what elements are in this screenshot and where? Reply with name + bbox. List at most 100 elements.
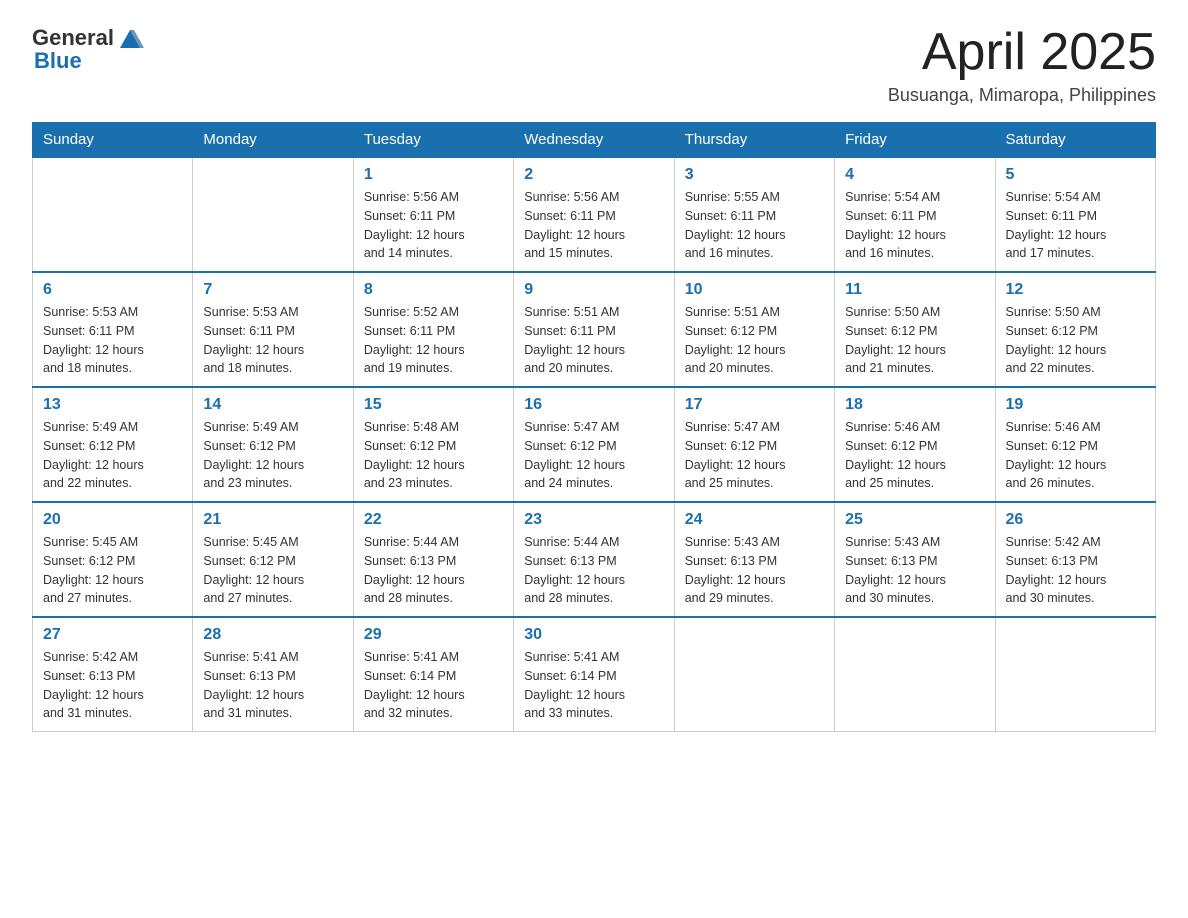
- day-of-week-header: Tuesday: [353, 123, 513, 158]
- calendar-cell: 19Sunrise: 5:46 AMSunset: 6:12 PMDayligh…: [995, 387, 1155, 502]
- calendar-cell: 15 Sunrise: 5:48 AMSunset: 6:12 PMDayligh…: [353, 387, 513, 502]
- day-of-week-header: Thursday: [674, 123, 834, 158]
- day-number: 28: [203, 626, 342, 644]
- day-number: 16: [524, 396, 663, 414]
- calendar-cell: 30 Sunrise: 5:41 AMSunset: 6:14 PMDayligh…: [514, 617, 674, 732]
- day-of-week-header: Wednesday: [514, 123, 674, 158]
- calendar-cell: 14Sunrise: 5:49 AMSunset: 6:12 PMDayligh…: [193, 387, 353, 502]
- day-number: 9: [524, 281, 663, 299]
- logo-text-blue: Blue: [34, 48, 82, 74]
- day-info: Sunrise: 5:51 AMSunset: 6:12 PMDaylight:…: [685, 303, 824, 378]
- day-info: Sunrise: 5:53 AMSunset: 6:11 PMDaylight:…: [43, 303, 182, 378]
- calendar-cell: [193, 157, 353, 272]
- calendar-cell: 26 Sunrise: 5:42 AMSunset: 6:13 PMDayligh…: [995, 502, 1155, 617]
- logo-triangle-icon: [116, 24, 144, 52]
- calendar-cell: 20 Sunrise: 5:45 AMSunset: 6:12 PMDayligh…: [33, 502, 193, 617]
- calendar-cell: 1Sunrise: 5:56 AMSunset: 6:11 PMDaylight…: [353, 157, 513, 272]
- calendar-cell: 8 Sunrise: 5:52 AMSunset: 6:11 PMDaylight…: [353, 272, 513, 387]
- calendar-cell: 13Sunrise: 5:49 AMSunset: 6:12 PMDayligh…: [33, 387, 193, 502]
- calendar-cell: 7 Sunrise: 5:53 AMSunset: 6:11 PMDaylight…: [193, 272, 353, 387]
- day-info: Sunrise: 5:50 AMSunset: 6:12 PMDaylight:…: [845, 303, 984, 378]
- day-number: 15: [364, 396, 503, 414]
- calendar-cell: 16Sunrise: 5:47 AMSunset: 6:12 PMDayligh…: [514, 387, 674, 502]
- day-number: 6: [43, 281, 182, 299]
- day-of-week-header: Friday: [835, 123, 995, 158]
- calendar-cell: 24Sunrise: 5:43 AMSunset: 6:13 PMDayligh…: [674, 502, 834, 617]
- day-info: Sunrise: 5:52 AMSunset: 6:11 PMDaylight:…: [364, 303, 503, 378]
- day-number: 27: [43, 626, 182, 644]
- calendar-cell: 3 Sunrise: 5:55 AMSunset: 6:11 PMDaylight…: [674, 157, 834, 272]
- day-number: 18: [845, 396, 984, 414]
- day-of-week-header: Saturday: [995, 123, 1155, 158]
- day-info: Sunrise: 5:45 AMSunset: 6:12 PMDaylight:…: [43, 533, 182, 608]
- title-block: April 2025 Busuanga, Mimaropa, Philippin…: [888, 24, 1156, 106]
- calendar-week-row: 13Sunrise: 5:49 AMSunset: 6:12 PMDayligh…: [33, 387, 1156, 502]
- day-info: Sunrise: 5:43 AMSunset: 6:13 PMDaylight:…: [685, 533, 824, 608]
- day-number: 7: [203, 281, 342, 299]
- day-info: Sunrise: 5:42 AMSunset: 6:13 PMDaylight:…: [1006, 533, 1145, 608]
- day-number: 30: [524, 626, 663, 644]
- calendar-cell: 11 Sunrise: 5:50 AMSunset: 6:12 PMDayligh…: [835, 272, 995, 387]
- day-info: Sunrise: 5:51 AMSunset: 6:11 PMDaylight:…: [524, 303, 663, 378]
- day-number: 12: [1006, 281, 1145, 299]
- calendar-week-row: 20 Sunrise: 5:45 AMSunset: 6:12 PMDayligh…: [33, 502, 1156, 617]
- day-info: Sunrise: 5:41 AMSunset: 6:13 PMDaylight:…: [203, 648, 342, 723]
- day-info: Sunrise: 5:47 AMSunset: 6:12 PMDaylight:…: [685, 418, 824, 493]
- day-number: 23: [524, 511, 663, 529]
- calendar-cell: [835, 617, 995, 732]
- day-number: 10: [685, 281, 824, 299]
- day-info: Sunrise: 5:55 AMSunset: 6:11 PMDaylight:…: [685, 188, 824, 263]
- day-info: Sunrise: 5:53 AMSunset: 6:11 PMDaylight:…: [203, 303, 342, 378]
- day-number: 17: [685, 396, 824, 414]
- day-number: 2: [524, 166, 663, 184]
- logo: General Blue: [32, 24, 144, 74]
- day-number: 3: [685, 166, 824, 184]
- day-info: Sunrise: 5:44 AMSunset: 6:13 PMDaylight:…: [364, 533, 503, 608]
- day-info: Sunrise: 5:48 AMSunset: 6:12 PMDaylight:…: [364, 418, 503, 493]
- day-info: Sunrise: 5:41 AMSunset: 6:14 PMDaylight:…: [524, 648, 663, 723]
- calendar-cell: 18 Sunrise: 5:46 AMSunset: 6:12 PMDayligh…: [835, 387, 995, 502]
- calendar-cell: [995, 617, 1155, 732]
- day-info: Sunrise: 5:44 AMSunset: 6:13 PMDaylight:…: [524, 533, 663, 608]
- calendar-cell: 28 Sunrise: 5:41 AMSunset: 6:13 PMDayligh…: [193, 617, 353, 732]
- calendar-cell: 12 Sunrise: 5:50 AMSunset: 6:12 PMDayligh…: [995, 272, 1155, 387]
- day-of-week-header: Monday: [193, 123, 353, 158]
- day-of-week-header: Sunday: [33, 123, 193, 158]
- day-info: Sunrise: 5:46 AMSunset: 6:12 PMDaylight:…: [845, 418, 984, 493]
- day-info: Sunrise: 5:56 AMSunset: 6:11 PMDaylight:…: [524, 188, 663, 263]
- day-info: Sunrise: 5:54 AMSunset: 6:11 PMDaylight:…: [1006, 188, 1145, 263]
- page-header: General Blue April 2025 Busuanga, Mimaro…: [32, 24, 1156, 106]
- calendar-cell: 29 Sunrise: 5:41 AMSunset: 6:14 PMDayligh…: [353, 617, 513, 732]
- day-number: 4: [845, 166, 984, 184]
- calendar-cell: 22 Sunrise: 5:44 AMSunset: 6:13 PMDayligh…: [353, 502, 513, 617]
- calendar-location: Busuanga, Mimaropa, Philippines: [888, 85, 1156, 106]
- calendar-cell: [33, 157, 193, 272]
- calendar-cell: 27Sunrise: 5:42 AMSunset: 6:13 PMDayligh…: [33, 617, 193, 732]
- day-number: 29: [364, 626, 503, 644]
- day-number: 25: [845, 511, 984, 529]
- day-info: Sunrise: 5:49 AMSunset: 6:12 PMDaylight:…: [203, 418, 342, 493]
- calendar-cell: 21Sunrise: 5:45 AMSunset: 6:12 PMDayligh…: [193, 502, 353, 617]
- day-info: Sunrise: 5:50 AMSunset: 6:12 PMDaylight:…: [1006, 303, 1145, 378]
- day-number: 20: [43, 511, 182, 529]
- calendar-week-row: 6 Sunrise: 5:53 AMSunset: 6:11 PMDaylight…: [33, 272, 1156, 387]
- calendar-cell: 4Sunrise: 5:54 AMSunset: 6:11 PMDaylight…: [835, 157, 995, 272]
- day-number: 8: [364, 281, 503, 299]
- calendar-week-row: 1 Sunrise: 5:56 AMSunset: 6:11 PMDaylight…: [33, 157, 1156, 272]
- day-info: Sunrise: 5:49 AMSunset: 6:12 PMDaylight:…: [43, 418, 182, 493]
- day-info: Sunrise: 5:41 AMSunset: 6:14 PMDaylight:…: [364, 648, 503, 723]
- calendar-cell: 5 Sunrise: 5:54 AMSunset: 6:11 PMDaylight…: [995, 157, 1155, 272]
- calendar-header-row: SundayMondayTuesdayWednesdayThursdayFrid…: [33, 123, 1156, 158]
- day-info: Sunrise: 5:43 AMSunset: 6:13 PMDaylight:…: [845, 533, 984, 608]
- day-number: 19: [1006, 396, 1145, 414]
- day-info: Sunrise: 5:45 AMSunset: 6:12 PMDaylight:…: [203, 533, 342, 608]
- day-number: 11: [845, 281, 984, 299]
- calendar-title: April 2025: [888, 24, 1156, 81]
- day-number: 1: [364, 166, 503, 184]
- day-number: 26: [1006, 511, 1145, 529]
- day-number: 5: [1006, 166, 1145, 184]
- calendar-cell: 25 Sunrise: 5:43 AMSunset: 6:13 PMDayligh…: [835, 502, 995, 617]
- calendar-cell: 10 Sunrise: 5:51 AMSunset: 6:12 PMDayligh…: [674, 272, 834, 387]
- day-number: 22: [364, 511, 503, 529]
- calendar-cell: 17 Sunrise: 5:47 AMSunset: 6:12 PMDayligh…: [674, 387, 834, 502]
